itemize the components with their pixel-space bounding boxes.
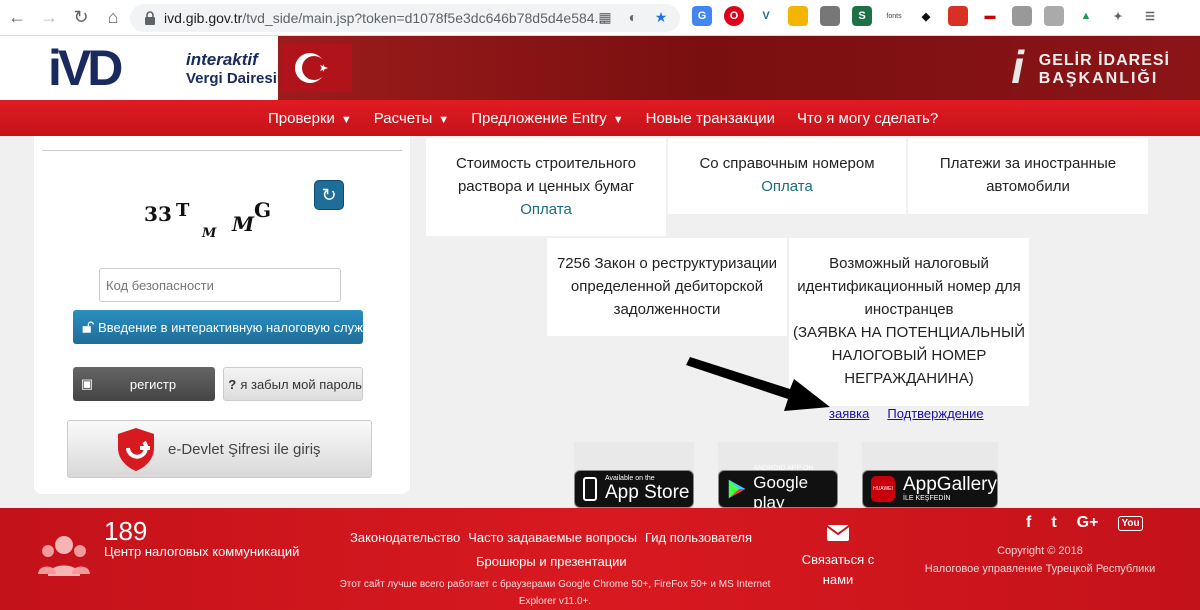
address-bar[interactable]: ivd.gib.gov.tr /tvd_side/main.jsp?token=… [130, 4, 680, 32]
caret-down-icon: ▼ [340, 113, 352, 126]
footer-link-user-guide[interactable]: Гид пользователя [645, 530, 752, 545]
reload-icon[interactable]: ↻ [66, 3, 96, 33]
people-icon [38, 536, 90, 576]
app-store-badge[interactable]: Available on the App Store [574, 470, 694, 508]
ivd-logo[interactable]: iVD interaktif Vergi Dairesi [38, 36, 278, 100]
mail-icon[interactable] [826, 524, 850, 542]
google-play-badge[interactable]: ANDROID APP ON Google play [718, 465, 838, 512]
captcha-image: 3 3 T M M G [144, 198, 272, 241]
menu-item-new-transactions[interactable]: Новые транзакции [646, 110, 775, 127]
grey-extension-icon[interactable] [820, 6, 840, 26]
forward-arrow-icon[interactable]: → [34, 3, 64, 33]
opera-extension-icon[interactable]: O [724, 6, 744, 26]
browser-toolbar: ← → ↻ ⌂ ivd.gib.gov.tr /tvd_side/main.js… [0, 0, 1200, 36]
captcha-refresh-button[interactable]: ↻ [314, 180, 344, 210]
google-play-icon [728, 479, 746, 499]
payment-link[interactable]: Оплата [426, 198, 666, 221]
s-extension-icon[interactable]: S [852, 6, 872, 26]
twitter-icon[interactable]: t [1051, 514, 1056, 532]
unlock-icon [82, 321, 94, 333]
gib-logo-icon: i [1011, 41, 1024, 93]
mask-extension-icon[interactable]: ▬ [980, 6, 1000, 26]
payment-link[interactable]: Оплата [668, 175, 906, 198]
edevlet-login-button[interactable]: e-Devlet Şifresi ile giriş [67, 420, 372, 478]
edevlet-shield-icon [118, 428, 154, 471]
login-panel: 3 3 T M M G ↻ Введение в интерактивную н… [34, 136, 410, 494]
eye-off-icon[interactable]: ◐ [624, 8, 642, 26]
v-extension-icon[interactable]: V [756, 6, 776, 26]
hotline-number: 189 [104, 516, 148, 546]
annotation-arrow-icon [686, 357, 830, 411]
question-icon: ? [228, 376, 237, 392]
star-icon[interactable]: ★ [652, 8, 670, 26]
gib-logo[interactable]: GELİR İDARESİ BAŞKANLIĞI [1039, 52, 1170, 88]
fonts-extension-icon[interactable]: fonts [884, 6, 904, 26]
translate-icon[interactable]: ▦ [596, 8, 614, 26]
tile-law-7256[interactable]: 7256 Закон о реструктуризации определенн… [547, 238, 787, 336]
google-translate-extension-icon[interactable]: G [692, 6, 712, 26]
menu-item-what-can-i-do[interactable]: Что я могу сделать? [797, 110, 938, 127]
url-path: /tvd_side/main.jsp?token=d1078f5e3dc646b… [242, 10, 607, 26]
register-button[interactable]: ▣ регистр [73, 367, 215, 401]
forgot-password-button[interactable]: ? я забыл мой пароль [223, 367, 363, 401]
facebook-icon[interactable]: f [1026, 514, 1031, 532]
logo-text-vergi-dairesi: Vergi Dairesi [186, 70, 277, 87]
google-plus-icon[interactable]: G+ [1077, 514, 1099, 532]
apple-phone-icon [583, 477, 597, 501]
tile-construction-mortar[interactable]: Стоимость строительного раствора и ценны… [426, 138, 666, 236]
tax-communication-center[interactable]: Центр налоговых коммуникаций [104, 544, 299, 559]
url-host: ivd.gib.gov.tr [164, 10, 243, 26]
youtube-icon[interactable]: You [1118, 515, 1143, 531]
footer-link-faq[interactable]: Часто задаваемые вопросы [468, 530, 637, 545]
home-icon[interactable]: ⌂ [98, 3, 128, 33]
menu-item-calculations[interactable]: Расчеты ▼ [374, 110, 449, 127]
lock-icon [145, 11, 155, 25]
footer-link-legislation[interactable]: Законодательство [350, 530, 460, 545]
contact-us-link[interactable]: Связаться с нами [798, 550, 878, 590]
red-extension-icon[interactable] [948, 6, 968, 26]
floppy-disk-icon: ▣ [80, 376, 94, 391]
login-button[interactable]: Введение в интерактивную налоговую служ [73, 310, 363, 344]
color-extension-icon[interactable] [788, 6, 808, 26]
image-extension-icon[interactable] [1012, 6, 1032, 26]
logo-text-interaktif: interaktif [186, 50, 258, 69]
huawei-logo-icon: HUAWEI [871, 476, 895, 502]
drive-extension-icon[interactable]: ▲ [1076, 6, 1096, 26]
ivd-logo-mark: iVD [48, 40, 123, 96]
refresh-icon: ↻ [321, 184, 337, 205]
layers-extension-icon[interactable]: ◆ [916, 6, 936, 26]
menu-item-checks[interactable]: Проверки ▼ [268, 110, 352, 127]
security-code-input[interactable] [99, 268, 341, 302]
caret-down-icon: ▼ [612, 113, 624, 126]
copy-extension-icon[interactable] [1044, 6, 1064, 26]
menu-item-entry[interactable]: Предложение Entry ▼ [471, 110, 623, 127]
app-gallery-badge[interactable]: HUAWEI AppGallery İLE KEŞFEDİN [862, 470, 998, 508]
main-menu: Проверки ▼ Расчеты ▼ Предложение Entry ▼ Но… [0, 100, 1200, 136]
browser-compatibility-note: Этот сайт лучше всего работает с браузер… [339, 579, 771, 607]
tax-id-links: заявка Подтверждение [829, 406, 984, 421]
back-arrow-icon[interactable]: ← [2, 3, 32, 33]
site-footer: 189 Центр налоговых коммуникаций Законод… [0, 508, 1200, 610]
reading-list-icon[interactable]: ☰ [1140, 6, 1160, 26]
puzzle-extensions-icon[interactable]: ✦ [1108, 6, 1128, 26]
copyright: Copyright © 2018 Налоговое управление Ту… [924, 545, 1156, 575]
confirm-link[interactable]: Подтверждение [887, 406, 983, 421]
caret-down-icon: ▼ [438, 113, 450, 126]
footer-link-brochures[interactable]: Брошюры и презентации [476, 554, 627, 569]
tile-foreign-vehicles[interactable]: Платежи за иностранные автомобили [908, 138, 1148, 214]
divider [42, 150, 402, 151]
turkish-flag-icon [282, 44, 352, 92]
tile-reference-number[interactable]: Со справочным номером Оплата [668, 138, 906, 214]
site-header: iVD interaktif Vergi Dairesi i GELİR İDA… [0, 36, 1200, 100]
